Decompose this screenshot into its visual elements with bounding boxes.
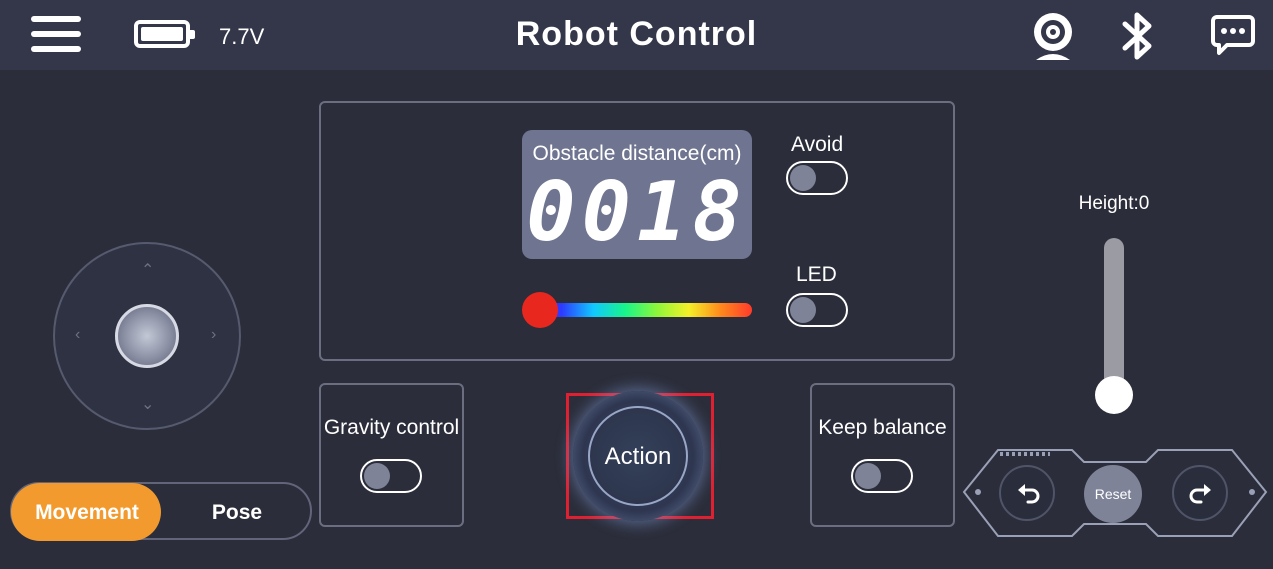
avoid-label: Avoid	[791, 133, 844, 156]
balance-label: Keep balance	[818, 416, 947, 439]
obstacle-label: Obstacle distance(cm)	[532, 142, 742, 165]
joystick-right-icon: ›	[211, 326, 217, 343]
obstacle-display: Obstacle distance(cm) 0018	[522, 130, 752, 259]
balance-toggle[interactable]	[851, 459, 913, 493]
rotate-right-button[interactable]	[1172, 465, 1228, 521]
led-toggle-knob	[790, 297, 816, 323]
joystick-up-icon: ⌃	[141, 262, 155, 279]
led-toggle[interactable]	[786, 293, 848, 327]
camera-icon[interactable]	[1028, 10, 1078, 62]
color-slider[interactable]	[530, 303, 752, 317]
bluetooth-icon[interactable]	[1120, 10, 1156, 62]
action-button[interactable]: Action	[573, 391, 703, 521]
joystick-knob[interactable]	[115, 304, 179, 368]
obstacle-value: 0018	[526, 165, 748, 260]
balance-panel	[810, 383, 955, 527]
rotate-left-button[interactable]	[999, 465, 1055, 521]
color-slider-knob[interactable]	[522, 292, 558, 328]
balance-toggle-knob	[855, 463, 881, 489]
reset-button[interactable]: Reset	[1084, 465, 1142, 523]
mode-pose[interactable]: Pose	[162, 501, 312, 525]
height-label: Height:0	[1078, 193, 1150, 214]
rotate-right-icon	[1189, 484, 1211, 504]
gravity-toggle[interactable]	[360, 459, 422, 493]
gravity-label: Gravity control	[323, 416, 460, 439]
avoid-toggle-knob	[790, 165, 816, 191]
mode-switch: Movement Pose	[10, 482, 312, 541]
reset-label: Reset	[1094, 486, 1132, 502]
chat-icon[interactable]	[1211, 14, 1255, 56]
led-label: LED	[796, 263, 837, 286]
gravity-panel	[319, 383, 464, 527]
rotate-left-icon	[1018, 484, 1040, 504]
action-label: Action	[604, 443, 672, 470]
mode-movement[interactable]: Movement	[12, 501, 162, 525]
joystick-down-icon: ⌄	[141, 396, 155, 413]
height-slider-knob[interactable]	[1095, 376, 1133, 414]
joystick[interactable]: ⌃ ⌄ ‹ ›	[53, 242, 241, 430]
gravity-toggle-knob	[364, 463, 390, 489]
avoid-toggle[interactable]	[786, 161, 848, 195]
page-title: Robot Control	[515, 15, 758, 53]
joystick-left-icon: ‹	[75, 326, 81, 343]
